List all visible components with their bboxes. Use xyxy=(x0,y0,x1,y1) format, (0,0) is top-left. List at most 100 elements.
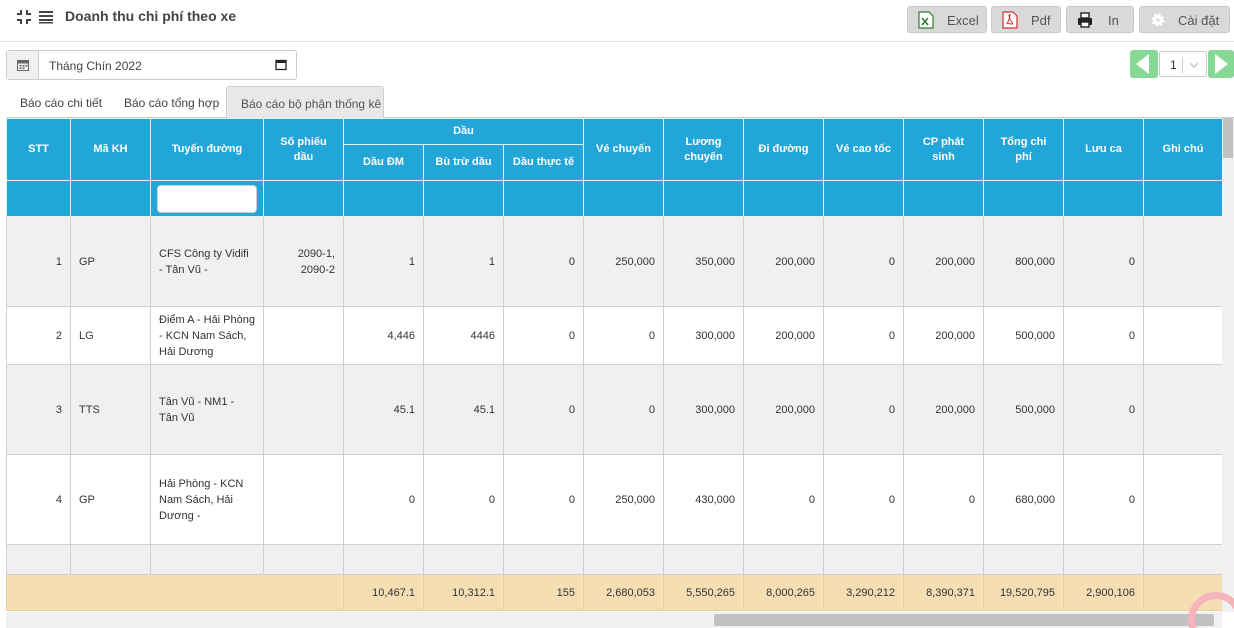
chevron-down-icon xyxy=(1189,62,1199,68)
cell-empty xyxy=(423,544,504,575)
col-tong-chi-phi[interactable]: Tổng chi phí xyxy=(983,118,1064,181)
cell-so-phieu-dau xyxy=(263,364,344,455)
report-tabs: Báo cáo chi tiết Báo cáo tổng hợp Báo cá… xyxy=(6,86,1234,118)
col-ghi-chu[interactable]: Ghi chú xyxy=(1143,118,1222,181)
filter-cell xyxy=(983,180,1064,217)
tab-summary-report[interactable]: Báo cáo tổng hợp xyxy=(110,86,226,118)
vertical-scroll-thumb[interactable] xyxy=(1223,118,1233,158)
month-value: Tháng Chín 2022 xyxy=(49,59,142,73)
table-row[interactable] xyxy=(6,544,1222,575)
cell-empty xyxy=(503,544,584,575)
table-row[interactable]: 1 GP CFS Công ty Vidifi - Tân Vũ - 2090-… xyxy=(6,216,1222,307)
col-di-duong[interactable]: Đi đường xyxy=(743,118,824,181)
total-dau-thuc-te: 155 xyxy=(503,574,584,611)
table-row[interactable]: 4 GP Hải Phòng - KCN Nam Sách, Hải Dương… xyxy=(6,454,1222,545)
filter-cell xyxy=(903,180,984,217)
col-group-dau: Dầu xyxy=(343,118,584,145)
filter-cell xyxy=(583,180,664,217)
export-excel-button[interactable]: Excel xyxy=(907,6,987,33)
vertical-scrollbar[interactable] xyxy=(1222,118,1234,612)
horizontal-scroll-thumb[interactable] xyxy=(714,614,1214,626)
cell-empty xyxy=(343,544,424,575)
cell-bu-tru-dau: 1 xyxy=(423,216,504,307)
pdf-icon xyxy=(1002,11,1018,29)
cell-dau-thuc-te: 0 xyxy=(503,454,584,545)
total-dau-dm: 10,467.1 xyxy=(343,574,424,611)
cell-luu-ca: 0 xyxy=(1063,216,1144,307)
compress-icon[interactable] xyxy=(16,9,32,25)
cell-ma-kh: TTS xyxy=(70,364,151,455)
tab-detail-report[interactable]: Báo cáo chi tiết xyxy=(6,86,110,118)
print-label: In xyxy=(1108,13,1119,28)
total-ve-cao-toc: 3,290,212 xyxy=(823,574,904,611)
totals-label-cell xyxy=(6,574,344,611)
cell-cp-phat-sinh: 200,000 xyxy=(903,306,984,365)
cell-stt: 4 xyxy=(6,454,71,545)
cell-luong-chuyen: 300,000 xyxy=(663,306,744,365)
route-filter-input[interactable] xyxy=(157,184,257,213)
cell-cp-phat-sinh: 200,000 xyxy=(903,364,984,455)
filter-cell xyxy=(263,180,344,217)
col-ve-chuyen[interactable]: Vé chuyến xyxy=(583,118,664,181)
excel-icon xyxy=(918,11,934,29)
printer-icon xyxy=(1078,12,1092,28)
chevron-left-icon xyxy=(1136,54,1149,74)
list-icon[interactable] xyxy=(38,9,54,25)
settings-button[interactable]: Cài đặt xyxy=(1139,6,1230,33)
tab-label: Báo cáo tổng hợp xyxy=(124,96,220,110)
total-luong-chuyen: 5,550,265 xyxy=(663,574,744,611)
export-pdf-button[interactable]: Pdf xyxy=(991,6,1061,33)
cell-stt: 2 xyxy=(6,306,71,365)
cell-ghi-chu xyxy=(1143,216,1222,307)
next-page-button[interactable] xyxy=(1208,50,1234,78)
cell-ma-kh: LG xyxy=(70,306,151,365)
total-bu-tru-dau: 10,312.1 xyxy=(423,574,504,611)
cell-ve-chuyen: 250,000 xyxy=(583,216,664,307)
table-row[interactable]: 3 TTS Tân Vũ - NM1 - Tân Vũ 45.1 45.1 0 … xyxy=(6,364,1222,455)
cell-tong-chi-phi: 800,000 xyxy=(983,216,1064,307)
page-select[interactable]: 1 xyxy=(1159,51,1207,77)
cell-di-duong: 200,000 xyxy=(743,216,824,307)
col-dau-dm[interactable]: Dầu ĐM xyxy=(343,144,424,181)
select-divider xyxy=(1182,57,1183,73)
cell-tong-chi-phi: 500,000 xyxy=(983,306,1064,365)
cell-luu-ca: 0 xyxy=(1063,306,1144,365)
horizontal-scrollbar[interactable] xyxy=(6,612,1222,628)
tab-department-report[interactable]: Báo cáo bộ phận thống kê xyxy=(226,86,384,118)
print-button[interactable]: In xyxy=(1066,6,1134,33)
col-tuyen-duong[interactable]: Tuyến đường xyxy=(150,118,264,181)
cell-bu-tru-dau: 45.1 xyxy=(423,364,504,455)
cell-luong-chuyen: 430,000 xyxy=(663,454,744,545)
cell-tuyen-duong: Hải Phòng - KCN Nam Sách, Hải Dương - xyxy=(150,454,264,545)
col-ma-kh[interactable]: Mã KH xyxy=(70,118,151,181)
col-cp-phat-sinh[interactable]: CP phát sinh xyxy=(903,118,984,181)
col-dau-thuc-te[interactable]: Dầu thực tế xyxy=(503,144,584,181)
pagination: 1 xyxy=(1130,50,1234,78)
cell-dau-thuc-te: 0 xyxy=(503,216,584,307)
filter-cell xyxy=(663,180,744,217)
col-so-phieu-dau[interactable]: Số phiếu dầu xyxy=(263,118,344,181)
date-picker-icon[interactable] xyxy=(275,59,287,71)
filter-cell xyxy=(150,180,264,217)
col-luong-chuyen[interactable]: Lương chuyến xyxy=(663,118,744,181)
table-row[interactable]: 2 LG Điểm A - Hải Phòng - KCN Nam Sách, … xyxy=(6,306,1222,365)
month-picker[interactable]: Tháng Chín 2022 xyxy=(6,50,297,80)
col-ve-cao-toc[interactable]: Vé cao tốc xyxy=(823,118,904,181)
filter-cell xyxy=(1143,180,1222,217)
tab-label: Báo cáo chi tiết xyxy=(20,96,103,110)
chevron-right-icon xyxy=(1215,54,1228,74)
col-luu-ca[interactable]: Lưu ca xyxy=(1063,118,1144,181)
calendar-icon xyxy=(17,60,29,71)
total-di-duong: 8,000,265 xyxy=(743,574,824,611)
col-bu-tru-dau[interactable]: Bù trừ dầu xyxy=(423,144,504,181)
page-title: Doanh thu chi phí theo xe xyxy=(65,8,237,24)
col-stt[interactable]: STT xyxy=(6,118,71,181)
cell-empty xyxy=(743,544,824,575)
prev-page-button[interactable] xyxy=(1130,50,1158,78)
report-table: STT Mã KH Tuyến đường Số phiếu dầu Dầu V… xyxy=(6,118,1222,611)
cell-ghi-chu xyxy=(1143,364,1222,455)
cell-empty xyxy=(6,544,71,575)
pdf-label: Pdf xyxy=(1031,13,1051,28)
cell-stt: 3 xyxy=(6,364,71,455)
cell-empty xyxy=(1063,544,1144,575)
